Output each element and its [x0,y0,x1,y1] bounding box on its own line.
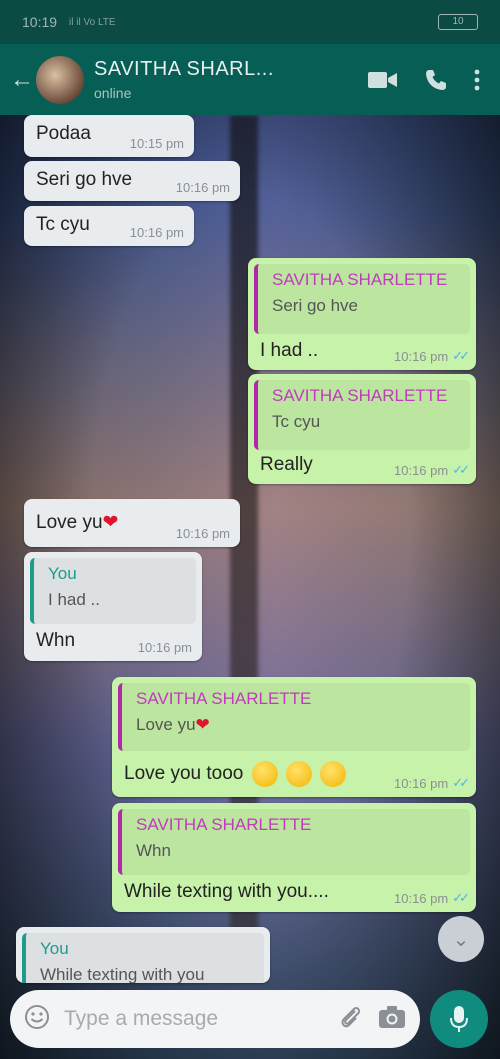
heart-eyes-emoji-icon [251,761,278,787]
back-arrow-icon[interactable]: ← [0,66,36,94]
status-time: 10:19 [22,14,58,30]
quote-text: I had .. [48,590,100,609]
message-time: 10:16 pm ✓✓ [394,890,470,906]
smiling-hearts-emoji-icon [285,761,312,787]
message-outgoing[interactable]: SAVITHA SHARLETTE Whn While texting with… [112,803,476,912]
message-incoming[interactable]: Podaa 10:15 pm [24,115,194,157]
video-call-icon[interactable] [368,70,398,90]
time-label: 10:16 pm [394,462,449,478]
heart-emoji-icon: ❤ [102,512,119,533]
message-text: Love you tooo [124,761,347,787]
mic-icon[interactable] [430,990,488,1048]
signal-indicator: il il Vo LTE [69,16,116,28]
message-text: Tc cyu [36,214,90,235]
message-incoming[interactable]: Seri go hve 10:16 pm [24,161,240,201]
read-ticks-icon: ✓✓ [452,775,470,790]
message-input[interactable]: Type a message [64,1007,322,1031]
camera-icon[interactable] [378,1005,406,1034]
attach-icon[interactable] [338,1004,362,1035]
message-outgoing[interactable]: SAVITHA SHARLETTE Tc cyu Really 10:16 pm… [248,374,476,484]
scroll-down-icon[interactable]: ⌄ [438,916,484,962]
message-time: 10:16 pm [175,526,230,541]
message-time: 10:16 pm [137,640,192,655]
read-ticks-icon: ✓✓ [452,890,470,905]
message-text: Really [260,454,313,475]
quoted-message[interactable]: SAVITHA SHARLETTE Love yu❤ [118,683,470,751]
message-incoming[interactable]: Love yu❤ 10:16 pm [24,499,240,547]
battery-icon: 10 [438,14,478,30]
message-incoming[interactable]: Tc cyu 10:16 pm [24,206,194,246]
quoted-message[interactable]: You I had .. [30,558,196,624]
quoted-message[interactable]: SAVITHA SHARLETTE Whn [118,809,470,875]
quote-author: SAVITHA SHARLETTE [272,270,448,289]
message-time: 10:16 pm [175,180,230,195]
message-incoming[interactable]: You I had .. Whn 10:16 pm [24,552,202,661]
quote-text: Whn [136,841,171,860]
message-outgoing[interactable]: SAVITHA SHARLETTE Seri go hve I had .. 1… [248,258,476,370]
message-text-label: Love yu [36,512,103,533]
quote-author: You [40,939,69,958]
read-ticks-icon: ✓✓ [452,348,470,363]
status-bar: 10:19 il il Vo LTE 10 [0,0,500,44]
message-text: Podaa [36,123,91,144]
quote-text: While texting with you [40,965,205,983]
message-text: Love yu❤ [36,511,118,534]
quote-text: Tc cyu [272,412,321,431]
emoji-icon[interactable] [24,1004,50,1035]
message-time: 10:16 pm [129,225,184,240]
message-text: While texting with you.... [124,881,329,902]
quote-author: SAVITHA SHARLETTE [136,815,312,834]
time-label: 10:16 pm [394,890,449,906]
quote-text-label: Love yu [136,715,196,734]
message-text: Seri go hve [36,169,133,190]
message-time: 10:16 pm ✓✓ [394,348,470,364]
quote-author: You [48,564,77,583]
kiss-emoji-icon [320,761,347,787]
heart-emoji-icon: ❤ [195,715,210,734]
message-time: 10:15 pm [129,136,184,151]
contact-status: online [94,85,132,101]
time-label: 10:16 pm [394,348,449,364]
quoted-message[interactable]: You While texting with you [22,933,264,983]
quote-text: Love yu❤ [136,715,460,735]
phone-icon[interactable] [424,68,448,92]
chat-header: ← SAVITHA SHARL... online [0,44,500,115]
message-text: I had .. [260,340,319,361]
read-ticks-icon: ✓✓ [452,462,470,477]
quote-author: SAVITHA SHARLETTE [272,386,448,405]
message-text: Whn [36,630,76,651]
more-vert-icon[interactable] [474,69,480,91]
quote-text: Seri go hve [272,296,358,315]
message-outgoing[interactable]: SAVITHA SHARLETTE Love yu❤ Love you tooo… [112,677,476,797]
message-time: 10:16 pm ✓✓ [394,462,470,478]
quoted-message[interactable]: SAVITHA SHARLETTE Tc cyu [254,380,470,450]
message-input-bar[interactable]: Type a message [10,990,420,1048]
message-text-label: Love you tooo [124,763,244,785]
quoted-message[interactable]: SAVITHA SHARLETTE Seri go hve [254,264,470,334]
message-time: 10:16 pm ✓✓ [394,775,470,791]
message-incoming[interactable]: You While texting with you [16,927,270,983]
avatar[interactable] [36,55,84,104]
time-label: 10:16 pm [394,775,449,791]
contact-name: SAVITHA SHARL... [94,58,274,80]
quote-author: SAVITHA SHARLETTE [136,689,312,708]
contact-info[interactable]: SAVITHA SHARL... online [94,58,368,101]
